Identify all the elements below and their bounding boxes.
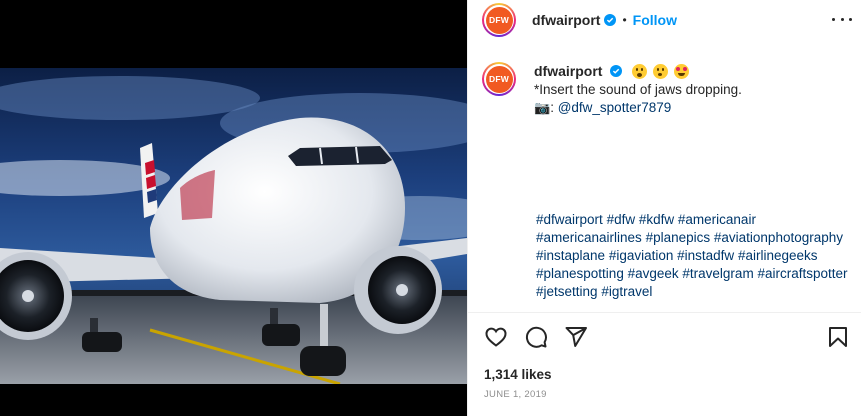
comment-icon[interactable] — [524, 325, 548, 349]
hashtag-link[interactable]: #aircraftspotter — [757, 266, 847, 281]
hashtag-link[interactable]: #kdfw — [639, 212, 674, 227]
hashtag-link[interactable]: #aviationphotography — [714, 230, 843, 245]
airplane-photo — [0, 68, 467, 384]
post-date[interactable]: JUNE 1, 2019 — [484, 389, 547, 400]
more-options-icon[interactable] — [832, 12, 852, 26]
hashtag-list: #dfwairport #dfw #kdfw #americanair #ame… — [536, 211, 854, 301]
caption: DFW dfwairport *Insert the sound of jaws… — [482, 62, 852, 117]
separator-dot: • — [622, 13, 627, 27]
caption-avatar[interactable]: DFW — [482, 62, 516, 96]
hashtag-link[interactable]: #igaviation — [609, 248, 674, 263]
camera-icon: 📷 — [534, 100, 551, 115]
hashtag-link[interactable]: #planespotting — [536, 266, 624, 281]
follow-button[interactable]: Follow — [633, 12, 677, 28]
astonished-face-icon — [631, 64, 647, 79]
caption-line: *Insert the sound of jaws dropping. — [534, 82, 742, 97]
hashtag-link[interactable]: #airlinegeeks — [738, 248, 818, 263]
divider — [468, 312, 861, 313]
hashtag-link[interactable]: #americanair — [678, 212, 756, 227]
verified-badge-icon — [610, 65, 623, 77]
post-media[interactable] — [0, 0, 467, 416]
hashtag-link[interactable]: #dfwairport — [536, 212, 603, 227]
action-bar — [484, 325, 850, 351]
avatar-logo: DFW — [485, 6, 513, 34]
username-link[interactable]: dfwairport — [532, 12, 600, 28]
likes-count[interactable]: 1,314 likes — [484, 367, 552, 382]
verified-badge-icon — [604, 14, 617, 26]
hushed-face-icon — [652, 64, 668, 79]
hashtag-link[interactable]: #americanairlines — [536, 230, 642, 245]
caption-avatar-logo: DFW — [485, 65, 513, 93]
hashtag-link[interactable]: #dfw — [607, 212, 636, 227]
caption-username-link[interactable]: dfwairport — [534, 63, 602, 79]
hashtag-link[interactable]: #instaplane — [536, 248, 605, 263]
caption-text: dfwairport *Insert the sound of jaws dro… — [534, 62, 742, 117]
post-header: DFW dfwairport • Follow — [468, 0, 861, 40]
star-struck-face-icon — [673, 64, 689, 79]
hashtag-link[interactable]: #avgeek — [628, 266, 679, 281]
send-icon[interactable] — [564, 325, 588, 349]
bookmark-icon[interactable] — [826, 325, 850, 349]
avatar[interactable]: DFW — [482, 3, 516, 37]
post-panel: DFW dfwairport • Follow DFW dfwairport *… — [467, 0, 861, 416]
hashtag-link[interactable]: #igtravel — [601, 284, 652, 299]
credit-separator: : — [550, 100, 558, 115]
heart-icon[interactable] — [484, 325, 508, 349]
hashtag-link[interactable]: #instadfw — [677, 248, 734, 263]
hashtag-link[interactable]: #travelgram — [682, 266, 753, 281]
hashtag-link[interactable]: #planepics — [646, 230, 711, 245]
photographer-mention-link[interactable]: @dfw_spotter7879 — [558, 100, 672, 115]
hashtag-link[interactable]: #jetsetting — [536, 284, 598, 299]
